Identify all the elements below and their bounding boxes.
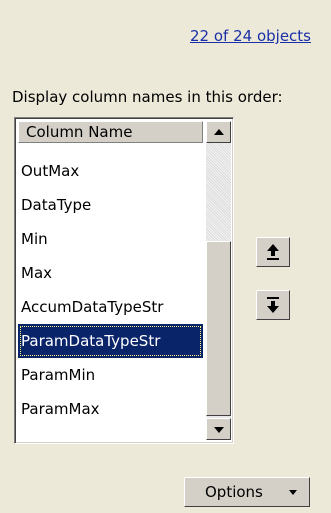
move-up-button[interactable] — [256, 237, 290, 267]
column-list-item[interactable]: DataType — [18, 188, 203, 222]
column-list-item[interactable]: Min — [18, 222, 203, 256]
scroll-up-arrow-icon[interactable] — [206, 121, 231, 143]
move-down-button[interactable] — [256, 290, 290, 320]
options-button[interactable]: Options — [184, 477, 310, 507]
objects-count-link[interactable]: 22 of 24 objects — [190, 27, 311, 45]
move-up-icon — [267, 244, 279, 260]
column-list-item[interactable]: OutMax — [18, 154, 203, 188]
list-scrollbar[interactable] — [206, 121, 231, 440]
column-name-list[interactable]: Column Name OutMinOutMaxDataTypeMinMaxAc… — [14, 117, 234, 444]
move-down-icon — [267, 297, 279, 313]
column-name-header[interactable]: Column Name — [18, 121, 203, 143]
scroll-down-arrow-icon[interactable] — [206, 418, 231, 440]
column-list-item[interactable]: ParamMin — [18, 358, 203, 392]
column-list-item[interactable]: ParamMax — [18, 392, 203, 426]
dropdown-caret-icon — [289, 490, 297, 495]
options-label: Options — [205, 483, 263, 501]
column-list-item[interactable]: AccumDataTypeStr — [18, 290, 203, 324]
scrollbar-thumb[interactable] — [206, 241, 231, 416]
column-list-item[interactable]: OutMin — [18, 143, 203, 154]
column-name-rows: OutMinOutMaxDataTypeMinMaxAccumDataTypeS… — [18, 143, 203, 440]
column-list-item[interactable]: Max — [18, 256, 203, 290]
column-order-label: Display column names in this order: — [12, 88, 283, 106]
column-list-item[interactable]: ParamDataTypeStr — [18, 324, 203, 358]
